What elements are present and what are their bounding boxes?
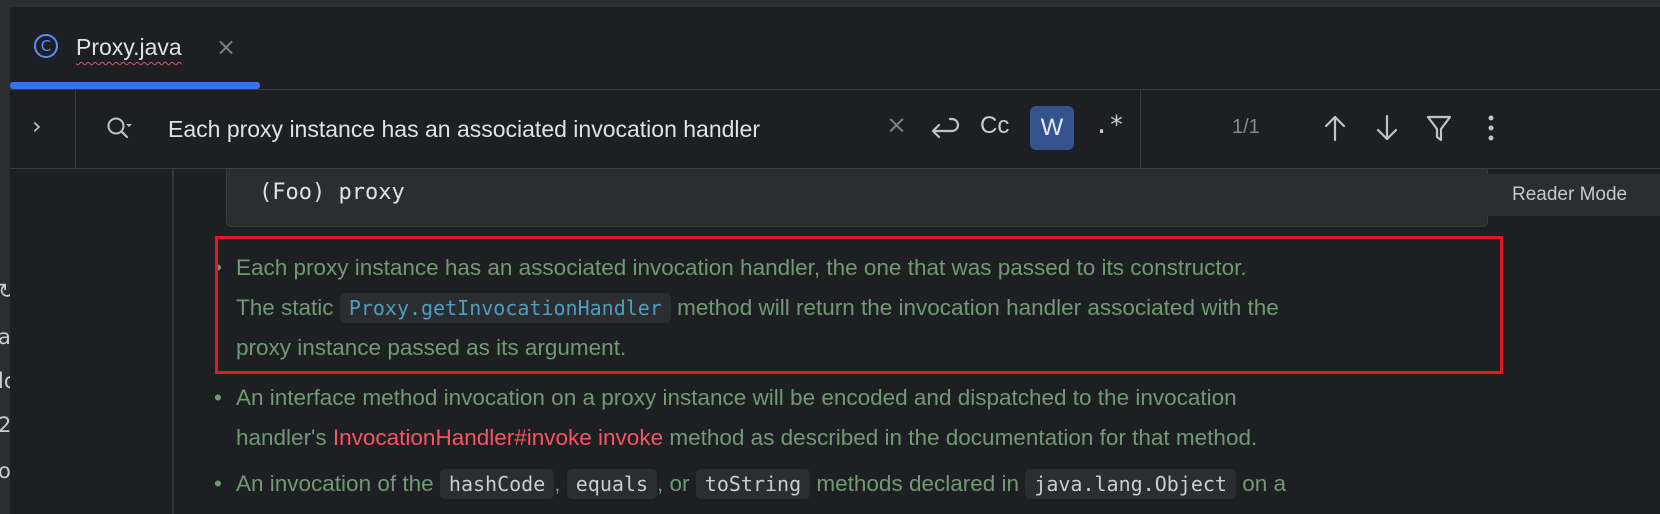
toolbar-divider [1140, 90, 1141, 168]
highlight-box [215, 236, 1503, 374]
left-panel-fragment: o [0, 459, 10, 483]
text-run: method as described in the documentation… [669, 425, 1258, 450]
window-top-strip [0, 0, 1660, 7]
list-item: • An interface method invocation on a pr… [214, 378, 1506, 458]
filter-icon[interactable] [1424, 112, 1454, 144]
code-hashcode: hashCode [439, 469, 555, 499]
text-run: , or [657, 471, 690, 496]
expand-replace-button[interactable]: › [10, 90, 76, 168]
match-count: 1/1 [1232, 116, 1260, 138]
list-item: • An invocation of the hashCode, equals,… [214, 464, 1506, 504]
text-run: , [554, 471, 561, 496]
reader-mode-label: Reader Mode [1512, 184, 1628, 205]
active-tab-indicator [10, 82, 260, 89]
para-line: An interface method invocation on a prox… [236, 385, 1237, 410]
left-panel-fragment: 2: [0, 413, 10, 437]
rendered-javadoc-view: (Foo) proxy Reader Mode • Each proxy ins… [10, 169, 1660, 514]
invoke-link[interactable]: InvocationHandler#invoke invoke [333, 425, 663, 450]
para-line: handler's InvocationHandler#invoke invok… [236, 418, 1506, 458]
chevron-right-icon: › [32, 112, 42, 140]
arrow-down-icon[interactable] [1372, 112, 1402, 144]
doc-gutter-line [172, 169, 174, 514]
code-block-text: (Foo) proxy [259, 180, 405, 205]
text-run: on a [1242, 471, 1286, 496]
arrow-up-icon[interactable] [1320, 112, 1350, 144]
code-tostring: toString [695, 469, 811, 499]
left-panel-fragment: a [0, 325, 10, 349]
left-panel-fragment: ↻ [0, 279, 10, 303]
code-block: (Foo) proxy [226, 169, 1488, 227]
new-line-icon[interactable] [928, 113, 960, 143]
code-equals: equals [566, 469, 658, 499]
bullet: • [214, 471, 222, 496]
left-tool-panel: ↻ a lo 2: o [0, 7, 10, 514]
reader-mode-button[interactable]: Reader Mode [1465, 174, 1660, 216]
text-run: An invocation of the [236, 471, 434, 496]
tab-label: Proxy.java [76, 34, 182, 60]
class-icon: C [34, 34, 58, 58]
text-run: methods declared in [816, 471, 1020, 496]
bullet: • [214, 385, 222, 410]
text-run: handler's [236, 425, 327, 450]
find-bar: › × Cc W .* 1/1 [10, 90, 1660, 169]
search-input[interactable] [168, 108, 878, 150]
close-icon[interactable]: × [216, 33, 236, 61]
search-history-icon[interactable] [106, 116, 132, 142]
whole-words-toggle[interactable]: W [1030, 106, 1074, 150]
more-options-icon[interactable] [1476, 112, 1506, 144]
code-java-lang-object: java.lang.Object [1025, 469, 1236, 499]
editor-tab-bar: C Proxy.java × [10, 7, 1660, 90]
tab-proxy-java[interactable]: C Proxy.java × [10, 7, 260, 89]
match-case-toggle[interactable]: Cc [980, 112, 1009, 140]
clear-search-icon[interactable]: × [886, 110, 907, 139]
left-panel-fragment: lo [0, 369, 10, 393]
regex-toggle[interactable]: .* [1094, 110, 1124, 139]
